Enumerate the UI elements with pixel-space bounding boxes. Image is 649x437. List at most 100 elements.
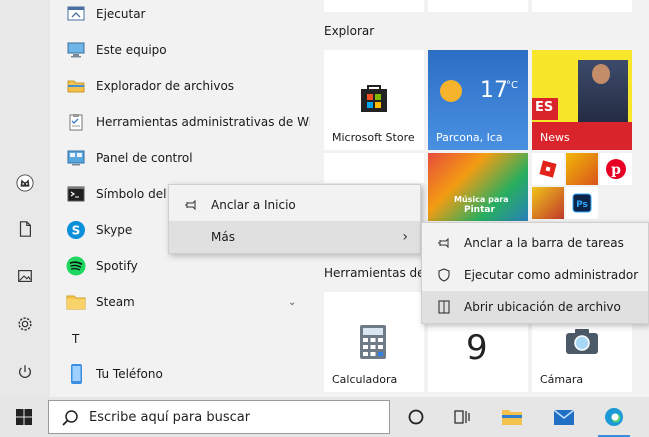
document-icon <box>19 221 31 237</box>
app-item-label: Explorador de archivos <box>96 79 235 93</box>
cortana-circle-icon <box>408 409 424 425</box>
menu-item-open-file-location[interactable]: Abrir ubicación de archivo <box>422 291 648 323</box>
file-location-icon <box>436 299 452 315</box>
pin-icon <box>436 235 452 251</box>
skype-icon: S <box>64 218 88 242</box>
menu-item-label: Abrir ubicación de archivo <box>464 300 621 314</box>
shield-icon <box>436 267 452 283</box>
app-item-herramientas-admin[interactable]: Herramientas administrativas de Wi... <box>50 104 323 140</box>
letter-header-t[interactable]: T <box>72 332 79 346</box>
mail-icon <box>553 409 575 425</box>
tile-weather[interactable]: 17 °C Parcona, Ica <box>428 50 528 150</box>
power-button[interactable] <box>0 352 50 392</box>
group-title-explorar[interactable]: Explorar <box>324 24 374 38</box>
admin-tools-icon <box>64 110 88 134</box>
app-item-label: Panel de control <box>96 151 193 165</box>
news-person-face <box>592 64 610 84</box>
tile-game-character[interactable] <box>566 153 598 185</box>
menu-item-label: Ejecutar como administrador <box>464 268 639 282</box>
user-avatar-button[interactable] <box>0 163 50 203</box>
control-panel-icon <box>64 146 88 170</box>
menu-item-more[interactable]: Más › <box>169 221 420 253</box>
taskbar-search-box[interactable]: Escribe aquí para buscar <box>48 400 390 434</box>
task-view-icon <box>454 410 470 424</box>
app-item-panel-control[interactable]: Panel de control <box>50 140 310 176</box>
taskbar: Escribe aquí para buscar <box>0 397 649 437</box>
app-item-label: Tu Teléfono <box>96 367 163 381</box>
tile-pinterest[interactable]: p <box>600 153 632 185</box>
folder-icon <box>64 290 88 314</box>
task-view-button[interactable] <box>440 397 484 437</box>
windows-logo-icon <box>16 409 32 425</box>
news-tag: ES <box>535 100 554 115</box>
run-icon <box>64 2 88 26</box>
tile-label: Parcona, Ica <box>436 131 503 144</box>
app-item-label: Herramientas administrativas de Wi... <box>96 115 324 129</box>
settings-button[interactable] <box>0 304 50 344</box>
menu-item-pin-to-start[interactable]: Anclar a Inicio <box>169 189 420 221</box>
taskbar-mail[interactable] <box>542 397 586 437</box>
app-item-ejecutar[interactable]: Ejecutar <box>50 0 310 32</box>
tile-game-crash[interactable] <box>532 187 564 219</box>
camera-icon <box>566 329 598 354</box>
picture-icon <box>18 270 32 282</box>
store-bag-icon <box>361 85 387 112</box>
tile-roblox[interactable] <box>532 153 564 185</box>
tile-caption-line2: Pintar <box>464 205 495 215</box>
taskbar-edge[interactable] <box>592 397 636 437</box>
sun-icon <box>440 80 462 102</box>
tile-caption-line1: Música para <box>454 195 509 204</box>
tile-label: Calculadora <box>332 373 398 386</box>
svg-text:S: S <box>72 224 81 238</box>
app-item-explorador[interactable]: Explorador de archivos <box>50 68 310 104</box>
app-item-este-equipo[interactable]: Este equipo <box>50 32 310 68</box>
menu-item-run-as-admin[interactable]: Ejecutar como administrador <box>422 259 648 291</box>
tile-label: News <box>540 131 570 144</box>
menu-item-pin-to-taskbar[interactable]: Anclar a la barra de tareas <box>422 227 648 259</box>
app-item-label: Este equipo <box>96 43 167 57</box>
user-avatar-icon <box>16 174 34 192</box>
tile-label: Cámara <box>540 373 584 386</box>
app-item-tu-telefono[interactable]: Tu Teléfono <box>50 356 310 392</box>
weather-unit: °C <box>506 80 518 91</box>
pictures-button[interactable] <box>0 256 50 296</box>
context-menu: Anclar a Inicio Más › <box>168 184 421 254</box>
chevron-down-icon[interactable]: ⌄ <box>288 297 296 308</box>
edge-browser-icon <box>605 408 623 426</box>
start-button[interactable] <box>2 397 46 437</box>
app-item-label: Steam <box>96 295 135 309</box>
gear-icon <box>18 317 32 331</box>
computer-icon <box>64 38 88 62</box>
cortana-button[interactable] <box>394 397 438 437</box>
folder-icon <box>64 74 88 98</box>
menu-item-label: Más <box>211 230 235 244</box>
tile-microsoft-store[interactable]: Microsoft Store <box>324 50 424 150</box>
tile-partial[interactable] <box>324 0 424 12</box>
spotify-icon <box>64 254 88 278</box>
documents-button[interactable] <box>0 209 50 249</box>
menu-item-label: Anclar a Inicio <box>211 198 296 212</box>
taskbar-file-explorer[interactable] <box>490 397 534 437</box>
svg-text:Ps: Ps <box>576 200 588 210</box>
tile-photoshop[interactable]: Ps <box>566 187 598 219</box>
tile-calculadora[interactable]: Calculadora <box>324 292 424 392</box>
tile-partial[interactable] <box>532 0 632 12</box>
app-item-label: Skype <box>96 223 133 237</box>
pin-icon <box>183 197 199 213</box>
photoshop-icon: Ps <box>572 193 592 213</box>
weather-temperature: 17 <box>480 78 508 103</box>
app-item-label: Ejecutar <box>96 7 146 21</box>
chevron-right-icon: › <box>402 229 408 245</box>
phone-icon <box>64 362 88 386</box>
tile-music-painting[interactable]: Música para Pintar <box>428 153 528 221</box>
calendar-day-number: 9 <box>466 328 488 368</box>
tile-partial[interactable] <box>324 153 424 183</box>
pinterest-icon: p <box>606 159 626 179</box>
tile-label: Microsoft Store <box>332 131 415 144</box>
app-item-steam-folder[interactable]: Steam ⌄ <box>50 284 310 320</box>
tile-news[interactable]: ES News <box>532 50 632 150</box>
power-icon <box>19 365 31 378</box>
calculator-icon <box>360 325 386 359</box>
folder-icon <box>502 410 522 425</box>
tile-partial[interactable] <box>428 0 528 12</box>
